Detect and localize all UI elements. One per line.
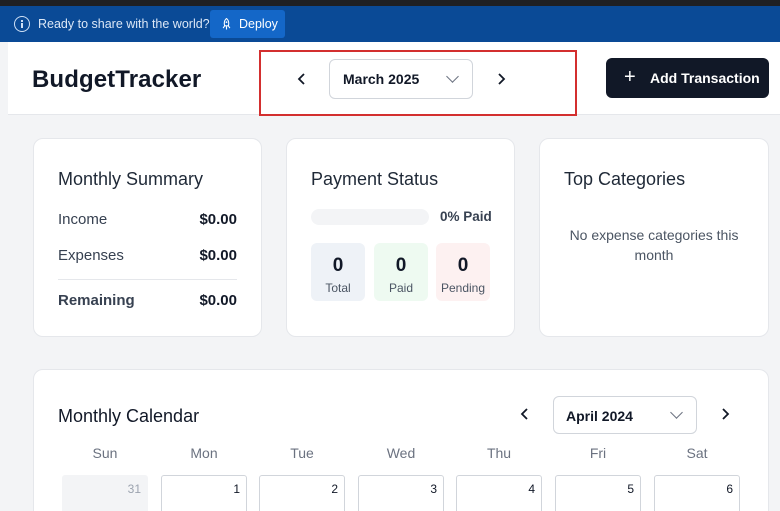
top-categories-title: Top Categories (564, 169, 686, 189)
calendar-day-cell[interactable]: 6 (654, 475, 740, 511)
weekday-header: Wed (386, 445, 416, 461)
remaining-value: $0.00 (199, 292, 237, 309)
payment-status-title: Payment Status (311, 169, 439, 189)
chevron-left-icon (520, 408, 528, 420)
paid-count: 0 (395, 255, 407, 276)
next-month-button[interactable] (489, 67, 513, 91)
calendar-day-cell[interactable]: 31 (62, 475, 148, 511)
banner-message: Ready to share with the world? (38, 17, 210, 31)
calendar-prev-button[interactable] (513, 402, 537, 426)
day-number: 5 (627, 482, 634, 496)
calendar-title: Monthly Calendar (58, 406, 200, 426)
app-header: BudgetTracker March 2025 + Add Transacti… (8, 42, 780, 116)
calendar-month-select[interactable]: April 2024 (553, 396, 697, 434)
payment-status-card: Payment Status 0% Paid 0 Total 0 Paid 0 … (286, 138, 515, 337)
deploy-button-label: Deploy (239, 17, 278, 31)
prev-month-button[interactable] (290, 67, 314, 91)
calendar-day-cell[interactable]: 4 (456, 475, 542, 511)
rocket-icon (222, 18, 231, 30)
deploy-button[interactable]: Deploy (210, 10, 285, 38)
expenses-label: Expenses (58, 247, 124, 264)
summary-divider (58, 279, 237, 280)
monthly-calendar-card: Monthly Calendar April 2024 Sun Mon Tue … (33, 369, 769, 511)
monthly-summary-card: Monthly Summary Income $0.00 Expenses $0… (33, 138, 262, 337)
remaining-label: Remaining (58, 292, 135, 309)
total-stat: 0 Total (311, 243, 365, 301)
chevron-down-icon (446, 70, 459, 83)
weekday-header: Sat (686, 445, 708, 461)
monthly-summary-title: Monthly Summary (58, 169, 204, 189)
paid-label: Paid (388, 281, 414, 295)
paid-percent-text: 0% Paid (440, 209, 492, 224)
day-number: 4 (528, 482, 535, 496)
chevron-left-icon (297, 73, 305, 85)
month-select[interactable]: March 2025 (329, 59, 473, 99)
pending-count: 0 (457, 255, 469, 276)
chevron-right-icon (722, 408, 730, 420)
day-number: 3 (430, 482, 437, 496)
day-number: 1 (233, 482, 240, 496)
paid-stat: 0 Paid (374, 243, 428, 301)
add-transaction-button[interactable]: + Add Transaction (606, 58, 769, 98)
info-icon (14, 16, 30, 32)
chevron-right-icon (498, 73, 506, 85)
plus-icon: + (624, 66, 636, 88)
income-label: Income (58, 211, 108, 228)
empty-categories-message: No expense categories this month (569, 227, 739, 263)
day-number: 6 (726, 482, 733, 496)
total-label: Total (325, 281, 351, 295)
calendar-day-cell[interactable]: 5 (555, 475, 641, 511)
calendar-day-cell[interactable]: 2 (259, 475, 345, 511)
app-brand: BudgetTracker (32, 66, 202, 93)
pending-label: Pending (440, 281, 486, 295)
day-number: 2 (331, 482, 338, 496)
calendar-month-value: April 2024 (566, 408, 633, 424)
deploy-banner: Ready to share with the world? Deploy (0, 6, 780, 42)
total-count: 0 (332, 255, 344, 276)
paid-progress-bar (311, 209, 429, 225)
weekday-header: Sun (92, 445, 118, 461)
calendar-next-button[interactable] (713, 402, 737, 426)
weekday-header: Thu (486, 445, 512, 461)
weekday-header: Mon (190, 445, 218, 461)
month-select-value: March 2025 (343, 71, 420, 87)
weekday-header: Fri (589, 445, 607, 461)
calendar-day-cell[interactable]: 1 (161, 475, 247, 511)
expenses-value: $0.00 (199, 247, 237, 264)
add-transaction-label: Add Transaction (650, 70, 760, 86)
income-value: $0.00 (199, 211, 237, 228)
calendar-day-cell[interactable]: 3 (358, 475, 444, 511)
top-categories-card: Top Categories No expense categories thi… (539, 138, 769, 337)
day-number: 31 (127, 482, 141, 496)
weekday-header: Tue (290, 445, 314, 461)
chevron-down-icon (670, 406, 683, 419)
pending-stat: 0 Pending (436, 243, 490, 301)
